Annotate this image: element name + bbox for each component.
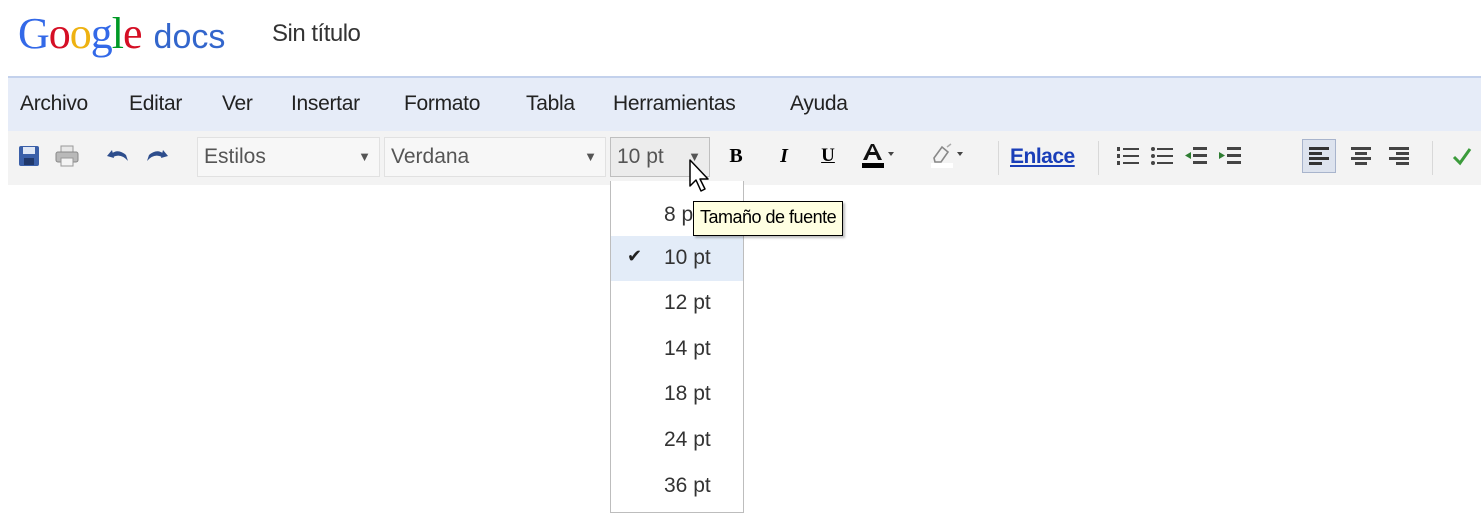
menu-insertar[interactable]: Insertar (291, 92, 360, 116)
app-header: Google docs Sin título (0, 0, 1481, 76)
styles-select-label: Estilos (204, 145, 266, 168)
undo-icon[interactable] (105, 143, 131, 169)
font-select-label: Verdana (391, 145, 470, 168)
logo-letter: g (90, 9, 113, 58)
menu-ver[interactable]: Ver (222, 92, 253, 116)
font-size-option-label: 10 pt (664, 246, 711, 269)
numbered-list-icon[interactable] (1115, 143, 1141, 169)
link-button[interactable]: Enlace (1010, 145, 1075, 169)
logo-letter: o (48, 9, 71, 58)
align-right-icon[interactable] (1386, 143, 1412, 169)
styles-select[interactable]: Estilos ▼ (197, 137, 380, 177)
align-left-icon[interactable] (1302, 139, 1336, 173)
bulleted-list-icon[interactable] (1149, 143, 1175, 169)
underline-icon[interactable]: U (815, 143, 841, 169)
font-size-option-label: 18 pt (664, 382, 711, 405)
menu-ayuda[interactable]: Ayuda (790, 92, 848, 116)
logo-letter: e (123, 9, 143, 58)
font-size-option-18[interactable]: 18 pt (611, 372, 743, 417)
toolbar-separator (998, 141, 999, 175)
spellcheck-icon[interactable] (1452, 143, 1472, 169)
document-title[interactable]: Sin título (272, 20, 361, 48)
font-size-option-24[interactable]: 24 pt (611, 418, 743, 463)
font-select[interactable]: Verdana ▼ (384, 137, 606, 177)
chevron-down-icon: ▼ (584, 149, 597, 164)
font-size-option-12[interactable]: 12 pt (611, 281, 743, 326)
font-size-option-10[interactable]: ✔ 10 pt (611, 236, 743, 281)
redo-icon[interactable] (144, 143, 170, 169)
save-icon[interactable] (16, 143, 42, 169)
checkmark-icon: ✔ (627, 246, 643, 266)
font-size-option-14[interactable]: 14 pt (611, 327, 743, 372)
font-size-option-label: 12 pt (664, 291, 711, 314)
font-size-option-label: 14 pt (664, 337, 711, 360)
google-docs-logo[interactable]: Google docs (18, 6, 225, 62)
logo-letter: G (18, 9, 50, 58)
menu-bar: Archivo Editar Ver Insertar Formato Tabl… (8, 76, 1481, 133)
font-size-option-label: 36 pt (664, 474, 711, 497)
chevron-down-icon: ▼ (358, 149, 371, 164)
menu-formato[interactable]: Formato (404, 92, 480, 116)
menu-herramientas[interactable]: Herramientas (613, 92, 736, 116)
menu-archivo[interactable]: Archivo (20, 92, 88, 116)
docs-wordmark: docs (153, 18, 226, 56)
google-wordmark: Google (18, 6, 143, 62)
menu-tabla[interactable]: Tabla (526, 92, 575, 116)
font-size-option-36[interactable]: 36 pt (611, 464, 743, 509)
text-color-icon[interactable] (861, 143, 897, 169)
increase-indent-icon[interactable] (1217, 143, 1243, 169)
toolbar: Estilos ▼ Verdana ▼ 10 pt ▼ B I U Enlace (8, 131, 1481, 185)
toolbar-separator (1432, 141, 1433, 175)
tooltip: Tamaño de fuente (693, 201, 844, 236)
menu-editar[interactable]: Editar (129, 92, 182, 116)
mouse-cursor-icon (688, 158, 712, 199)
toolbar-separator (1098, 141, 1099, 175)
logo-letter: o (69, 9, 92, 58)
decrease-indent-icon[interactable] (1183, 143, 1209, 169)
font-size-option-label: 24 pt (664, 428, 711, 451)
highlight-color-icon[interactable] (930, 143, 966, 169)
print-icon[interactable] (54, 143, 80, 169)
italic-icon[interactable]: I (771, 143, 797, 169)
logo-letter: l (111, 9, 124, 58)
font-size-select-label: 10 pt (617, 145, 664, 168)
bold-icon[interactable]: B (723, 143, 749, 169)
align-center-icon[interactable] (1348, 143, 1374, 169)
